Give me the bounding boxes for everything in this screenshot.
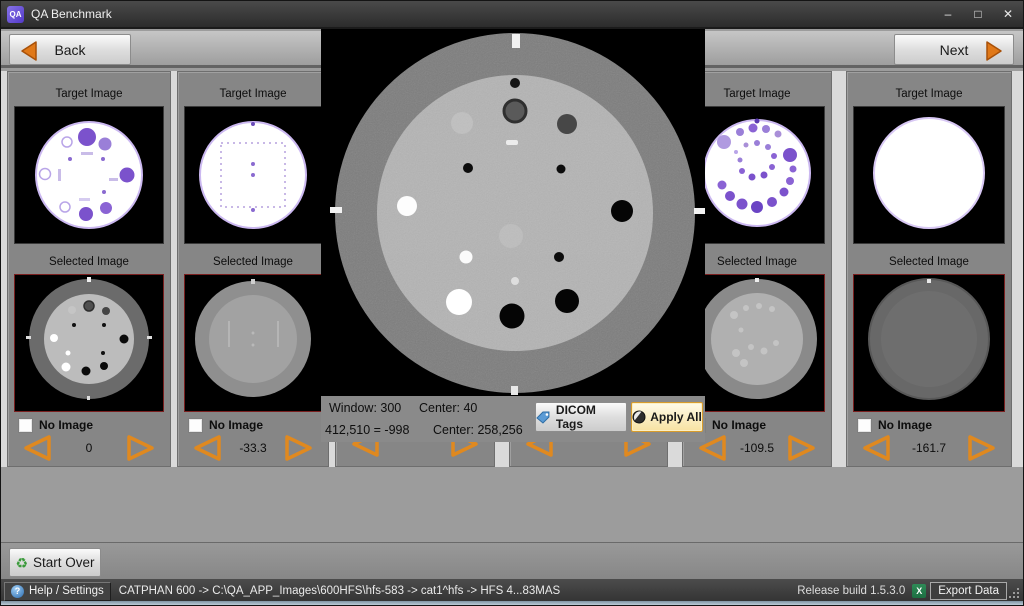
selected-image-thumbnail[interactable] (689, 274, 825, 412)
prev-slice-button[interactable] (191, 434, 223, 462)
maximize-button[interactable]: □ (963, 4, 993, 24)
app-window: QA QA Benchmark – □ ✕ Back Next Target I… (0, 0, 1024, 606)
target-image-thumbnail (689, 106, 825, 244)
prev-slice-button[interactable] (860, 434, 892, 462)
contrast-icon (632, 410, 646, 424)
help-settings-label: Help / Settings (29, 585, 104, 597)
back-label: Back (54, 42, 85, 58)
no-image-label: No Image (39, 418, 93, 432)
next-button[interactable]: Next (894, 34, 1014, 65)
no-image-checkbox[interactable] (18, 418, 33, 433)
window-title: QA Benchmark (31, 7, 933, 21)
target-image-label: Target Image (683, 88, 831, 101)
close-button[interactable]: ✕ (993, 4, 1023, 24)
target-image-thumbnail (14, 106, 164, 244)
next-slice-button[interactable] (966, 434, 998, 462)
apply-all-label: Apply All (650, 410, 702, 424)
next-slice-button[interactable] (125, 434, 157, 462)
ct-phantom-image[interactable] (321, 29, 705, 396)
phantom-column-1: Target Image Selected Image (7, 71, 171, 467)
title-bar: QA QA Benchmark – □ ✕ (1, 1, 1023, 29)
no-image-checkbox[interactable] (188, 418, 203, 433)
bottom-strip: ♻ Start Over (1, 542, 1023, 579)
start-over-label: Start Over (33, 555, 95, 570)
no-image-label: No Image (878, 418, 932, 432)
export-data-label: Export Data (938, 585, 999, 597)
back-button[interactable]: Back (9, 34, 131, 65)
no-image-label: No Image (209, 418, 263, 432)
help-icon: ? (11, 585, 24, 598)
no-image-checkbox[interactable] (857, 418, 872, 433)
slice-position-value: 0 (53, 441, 125, 455)
target-image-thumbnail (853, 106, 1005, 244)
selected-image-label: Selected Image (847, 256, 1011, 269)
selected-image-label: Selected Image (683, 256, 831, 269)
next-label: Next (940, 42, 969, 58)
slice-position-value: -161.7 (892, 441, 966, 455)
center-readout: Center: 40 (419, 401, 477, 415)
minimize-button[interactable]: – (933, 4, 963, 24)
window-readout: Window: 300 (329, 401, 401, 415)
target-image-thumbnail (184, 106, 322, 244)
selected-image-label: Selected Image (178, 256, 328, 269)
next-slice-button[interactable] (283, 434, 315, 462)
selected-image-thumbnail[interactable] (14, 274, 164, 412)
target-image-label: Target Image (847, 88, 1011, 101)
prev-slice-button[interactable] (21, 434, 53, 462)
export-data-button[interactable]: Export Data (930, 582, 1007, 600)
excel-icon: X (912, 584, 926, 598)
next-arrow-icon (985, 40, 1003, 62)
phantom-column-2: Target Image Selected Image (177, 71, 329, 467)
slice-position-value: -33.3 (223, 441, 283, 455)
window-bottom-edge (1, 601, 1023, 605)
app-icon: QA (7, 6, 24, 23)
cursor-center-readout: Center: 258,256 (433, 423, 523, 437)
phantom-column-6: Target Image Selected Image No Image -16… (846, 71, 1012, 467)
next-slice-button[interactable] (786, 434, 818, 462)
selected-image-label: Selected Image (8, 256, 170, 269)
start-over-button[interactable]: ♻ Start Over (9, 548, 101, 577)
release-build-text: Release build 1.5.3.0 (797, 585, 905, 597)
status-bar: ? Help / Settings CATPHAN 600 -> C:\QA_A… (1, 579, 1023, 603)
back-arrow-icon (20, 40, 38, 62)
viewer-info-panel: Window: 300 Center: 40 412,510 = -998 Ce… (321, 396, 705, 442)
pixel-value-readout: 412,510 = -998 (325, 423, 409, 437)
target-image-label: Target Image (8, 88, 170, 101)
dicom-tags-button[interactable]: DICOM Tags (535, 402, 627, 432)
selected-image-thumbnail[interactable] (184, 274, 322, 412)
resize-grip[interactable] (1009, 588, 1021, 600)
apply-all-button[interactable]: Apply All (631, 402, 703, 432)
slice-position-value: -109.5 (728, 441, 786, 455)
help-settings-button[interactable]: ? Help / Settings (4, 582, 111, 601)
tag-icon (536, 411, 551, 424)
no-image-label: No Image (712, 418, 766, 432)
dicom-tags-label: DICOM Tags (556, 403, 626, 431)
target-image-label: Target Image (178, 88, 328, 101)
session-path-text: CATPHAN 600 -> C:\QA_APP_Images\600HFS\h… (119, 585, 560, 597)
selected-image-thumbnail[interactable] (853, 274, 1005, 412)
main-image-viewer: Window: 300 Center: 40 412,510 = -998 Ce… (321, 29, 705, 442)
recycle-icon: ♻ (15, 556, 28, 570)
